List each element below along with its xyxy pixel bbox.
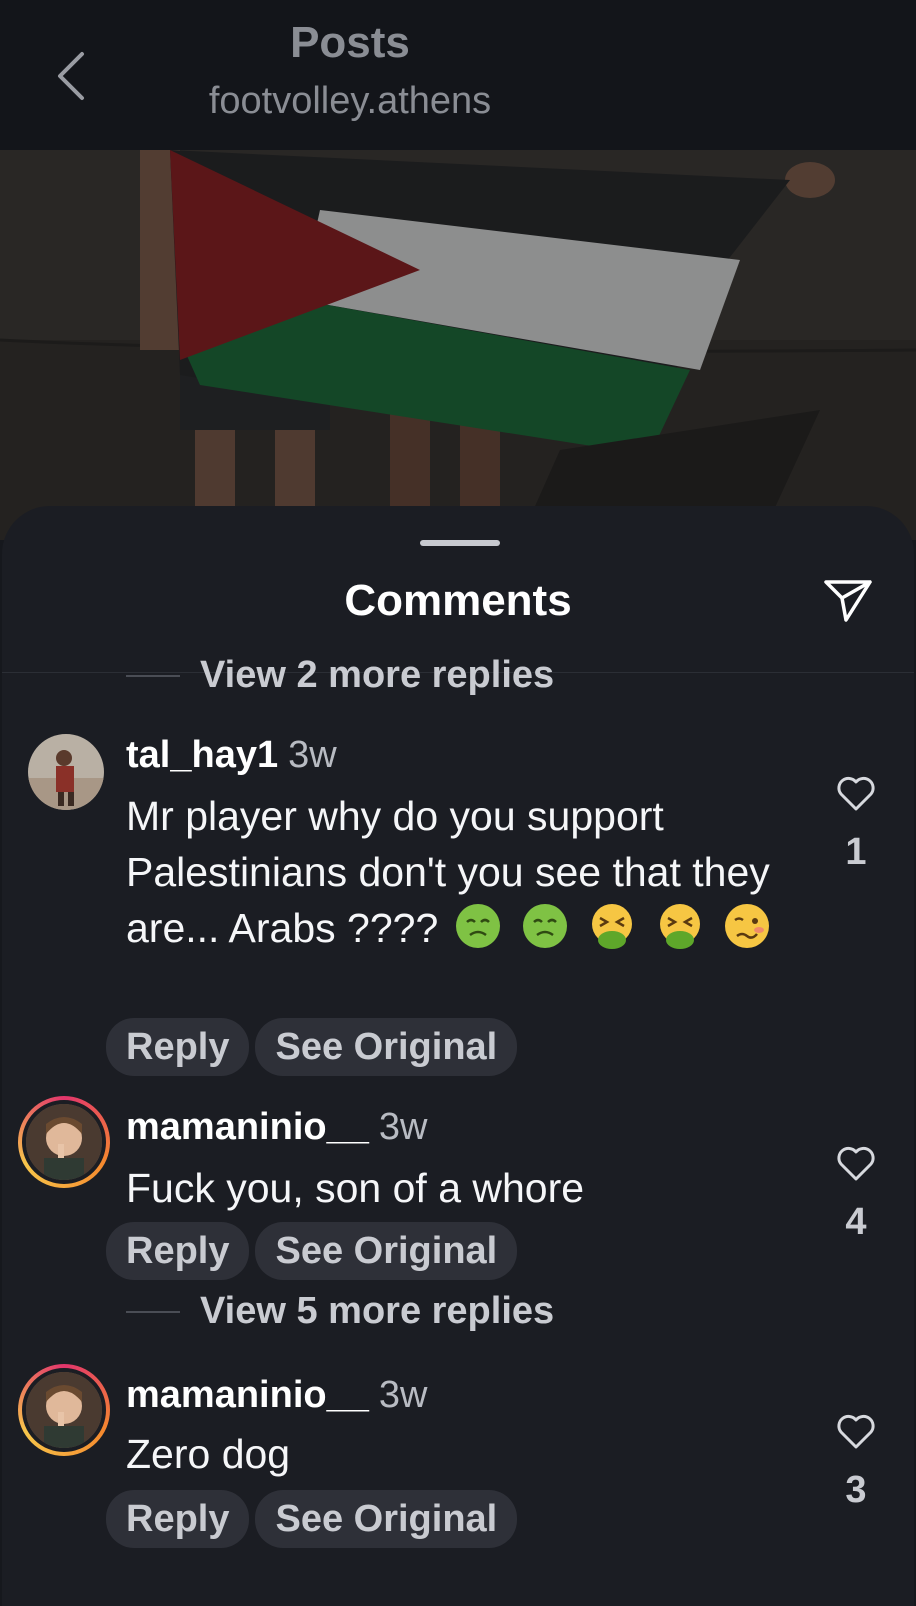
page-title: Posts xyxy=(290,18,410,67)
account-name[interactable]: footvolley.athens xyxy=(0,80,700,123)
view-more-replies-button[interactable]: View 2 more replies xyxy=(126,654,554,697)
comment-header: mamaninio__ 3w xyxy=(126,1106,427,1149)
timestamp: 3w xyxy=(378,1374,428,1416)
see-original-button[interactable]: See Original xyxy=(255,1222,518,1280)
comment-text: Zero dog xyxy=(126,1426,786,1482)
reply-button[interactable]: Reply xyxy=(106,1490,250,1548)
like-count: 3 xyxy=(845,1469,867,1511)
comment-text: Fuck you, son of a whore xyxy=(126,1160,786,1216)
comment-body: Fuck you, son of a whore xyxy=(126,1165,585,1211)
timestamp: 3w xyxy=(378,1106,428,1148)
view-more-replies-label: View 5 more replies xyxy=(200,1290,555,1332)
comment-actions: Reply See Original xyxy=(106,1222,518,1280)
heart-icon xyxy=(837,776,875,811)
comment-header: tal_hay1 3w xyxy=(126,734,337,777)
post-image xyxy=(0,150,916,540)
timestamp: 3w xyxy=(288,734,337,776)
share-button[interactable] xyxy=(820,572,876,628)
like-button[interactable]: 3 xyxy=(834,1414,878,1512)
sheet-grabber[interactable] xyxy=(420,540,500,546)
username[interactable]: mamaninio__ xyxy=(126,1374,369,1416)
reply-button[interactable]: Reply xyxy=(106,1222,250,1280)
view-more-replies-label: View 2 more replies xyxy=(200,654,555,696)
send-icon xyxy=(824,580,872,622)
comment-text: Mr player why do you support Palestinian… xyxy=(126,788,786,956)
heart-icon xyxy=(837,1414,875,1449)
vomiting-face-icon xyxy=(656,902,704,950)
like-count: 4 xyxy=(845,1201,867,1243)
username[interactable]: tal_hay1 xyxy=(126,734,278,776)
username[interactable]: mamaninio__ xyxy=(126,1106,369,1148)
woozy-face-icon xyxy=(723,902,771,950)
sheet-title: Comments xyxy=(344,576,572,625)
thread-line xyxy=(126,1310,180,1313)
like-count: 1 xyxy=(845,831,867,873)
comment-actions: Reply See Original xyxy=(106,1490,518,1548)
like-button[interactable]: 1 xyxy=(834,776,878,874)
avatar[interactable] xyxy=(18,1096,110,1188)
avatar[interactable] xyxy=(28,734,104,810)
avatar[interactable] xyxy=(18,1364,110,1456)
vomiting-face-icon xyxy=(588,902,636,950)
reply-button[interactable]: Reply xyxy=(106,1018,250,1076)
nauseated-face-icon xyxy=(521,902,569,950)
comment-header: mamaninio__ 3w xyxy=(126,1374,427,1417)
see-original-button[interactable]: See Original xyxy=(255,1490,518,1548)
comment-body: Zero dog xyxy=(126,1431,291,1477)
comments-sheet: Comments View 2 more replies tal_hay1 3w … xyxy=(2,506,914,1606)
heart-icon xyxy=(837,1146,875,1181)
see-original-button[interactable]: See Original xyxy=(255,1018,518,1076)
like-button[interactable]: 4 xyxy=(834,1146,878,1244)
comment-actions: Reply See Original xyxy=(106,1018,518,1076)
view-more-replies-button[interactable]: View 5 more replies xyxy=(126,1290,554,1333)
nauseated-face-icon xyxy=(454,902,502,950)
top-bar: Posts footvolley.athens xyxy=(0,0,916,150)
thread-line xyxy=(126,674,180,677)
